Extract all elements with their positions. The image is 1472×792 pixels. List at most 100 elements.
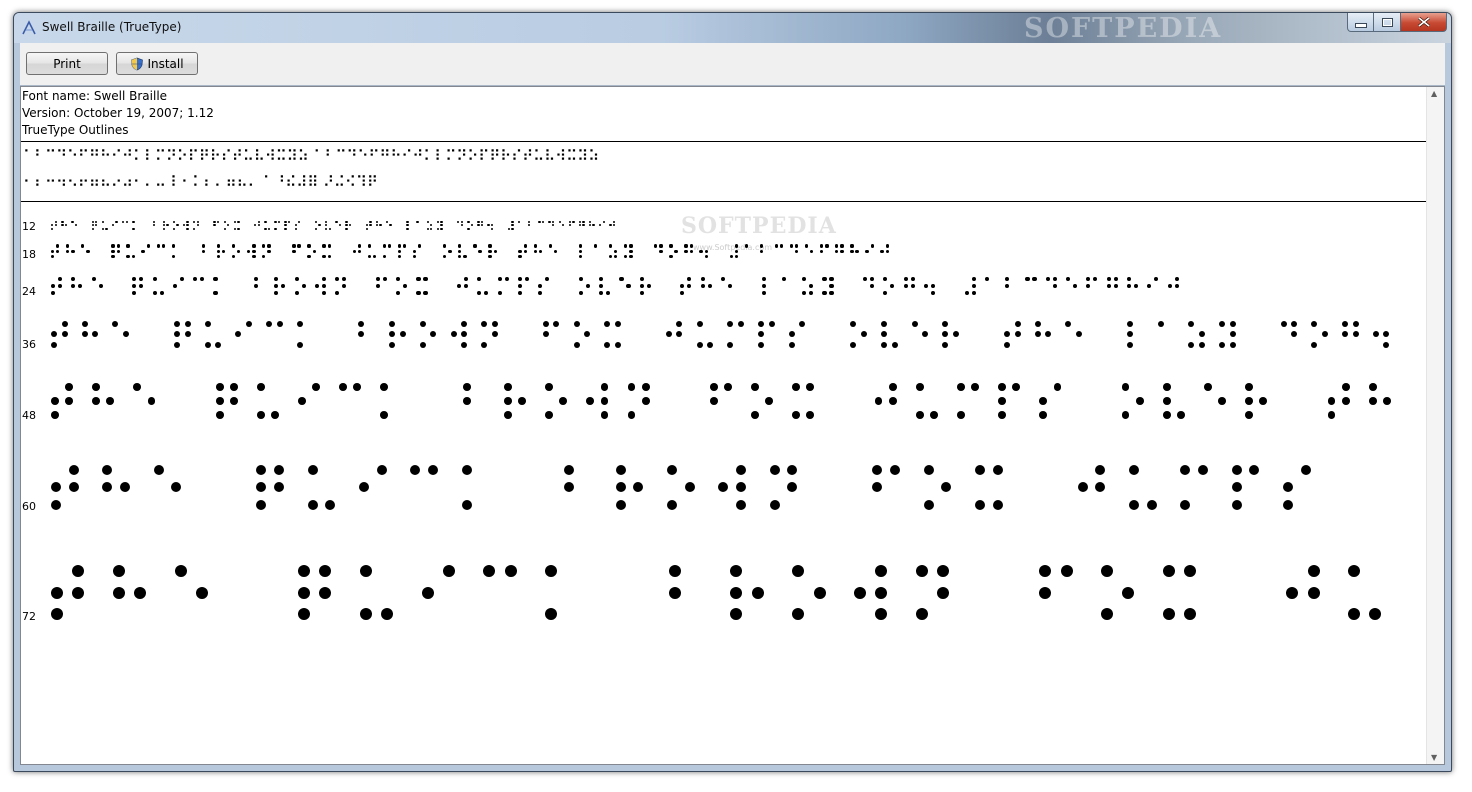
braille-dot xyxy=(61,224,64,227)
braille-dot xyxy=(237,227,240,230)
braille-dot xyxy=(440,220,443,223)
braille-dot xyxy=(606,290,611,295)
braille-dot xyxy=(132,220,135,223)
braille-dot xyxy=(274,464,285,475)
braille-dot xyxy=(825,244,829,248)
braille-dot xyxy=(403,283,408,288)
braille-dot xyxy=(503,411,512,419)
braille-dot xyxy=(51,290,56,295)
braille-dot xyxy=(51,283,56,288)
title-bar[interactable]: Swell Braille (TrueType) SOFTPEDIA xyxy=(14,13,1451,44)
braille-dot xyxy=(196,224,199,227)
braille-dot xyxy=(294,276,299,281)
font-info: Font name: Swell Braille Version: Octobe… xyxy=(22,88,214,139)
braille-dot xyxy=(1073,283,1078,288)
braille-dot xyxy=(428,464,438,475)
braille-dot xyxy=(204,320,211,327)
braille-dot xyxy=(806,382,815,391)
braille-dot xyxy=(314,220,318,223)
braille-dot xyxy=(707,283,712,288)
braille-dot xyxy=(599,283,604,288)
braille-dot xyxy=(298,608,311,620)
braille-dot xyxy=(353,382,362,391)
braille-dot xyxy=(201,249,206,253)
braille-dot xyxy=(1348,608,1361,620)
braille-dot xyxy=(974,464,985,475)
braille-dot xyxy=(854,586,866,599)
braille-dot xyxy=(403,244,407,248)
braille-dot xyxy=(412,254,417,258)
braille-dot xyxy=(915,608,928,620)
braille-dot xyxy=(511,224,514,227)
install-button[interactable]: Install xyxy=(116,52,198,75)
braille-dot xyxy=(443,244,447,248)
braille-dot xyxy=(759,249,764,253)
braille-dot xyxy=(382,244,387,248)
braille-dot xyxy=(481,320,488,327)
close-button[interactable] xyxy=(1401,13,1447,32)
braille-dot xyxy=(252,249,256,253)
braille-dot xyxy=(865,249,869,253)
braille-dot xyxy=(410,464,421,475)
braille-dot xyxy=(1311,320,1318,327)
braille-dot xyxy=(578,244,583,248)
braille-dot xyxy=(538,249,543,253)
braille-dot xyxy=(319,565,332,578)
size-label-24: 24 xyxy=(22,285,36,298)
braille-dot xyxy=(1014,331,1021,338)
braille-dot xyxy=(1198,331,1205,338)
braille-dot xyxy=(888,382,897,391)
braille-dot xyxy=(730,586,743,599)
braille-dot xyxy=(406,220,409,223)
braille-dot xyxy=(735,482,746,493)
braille-dot xyxy=(277,220,281,223)
braille-dot xyxy=(599,290,604,295)
scroll-up-icon[interactable]: ▲ xyxy=(1431,89,1437,98)
braille-dot xyxy=(1157,320,1164,327)
braille-dot xyxy=(709,382,718,391)
braille-dot xyxy=(1162,382,1171,391)
charset-lowercase-row: ⠁⠃⠉⠙⠑⠋⠛⠓⠊⠚⠅⠇⠍⠝⠕⠏⠟⠗⠎⠞⠥⠧⠺⠭⠽⠵ ⠁⠃⠉⠙⠑⠋⠛⠓⠊⠚⠅⠇⠍… xyxy=(23,147,600,165)
braille-dot xyxy=(267,227,271,230)
braille-dot xyxy=(971,276,976,281)
braille-dot xyxy=(406,224,409,227)
braille-dot xyxy=(491,320,498,327)
braille-dot xyxy=(669,244,673,248)
braille-dot xyxy=(787,464,798,475)
braille-dot xyxy=(915,411,924,419)
print-button[interactable]: Print xyxy=(26,52,108,75)
braille-dot xyxy=(58,283,63,288)
scroll-down-icon[interactable]: ▼ xyxy=(1431,753,1437,762)
braille-dot xyxy=(1300,464,1311,475)
minimize-button[interactable] xyxy=(1347,13,1374,32)
braille-dot xyxy=(64,224,68,227)
braille-dot xyxy=(71,249,75,253)
braille-dot xyxy=(600,382,609,391)
braille-dot xyxy=(718,482,729,493)
braille-dot xyxy=(122,220,125,223)
braille-dot xyxy=(572,220,575,223)
toolbar: Print Install xyxy=(20,43,1445,86)
vertical-scrollbar[interactable]: ▲ ▼ xyxy=(1426,87,1444,764)
braille-dot xyxy=(325,227,328,230)
braille-dot xyxy=(51,331,57,338)
size-label-12: 12 xyxy=(22,220,36,233)
braille-dot xyxy=(399,331,406,338)
braille-dot xyxy=(751,411,759,419)
braille-dot xyxy=(1311,342,1318,348)
font-preview-pane[interactable]: Font name: Swell Braille Version: Octobe… xyxy=(20,86,1445,765)
braille-dot xyxy=(875,565,888,578)
braille-dot xyxy=(264,227,267,230)
braille-dot xyxy=(345,220,348,223)
braille-dot xyxy=(855,249,859,253)
braille-dot xyxy=(727,342,734,348)
braille-dot xyxy=(971,382,979,391)
braille-dot xyxy=(646,283,651,288)
braille-dot xyxy=(274,220,277,223)
braille-dot xyxy=(641,397,650,405)
braille-dot xyxy=(1065,320,1072,327)
braille-dot xyxy=(327,244,331,248)
maximize-button[interactable] xyxy=(1374,13,1401,32)
braille-dot xyxy=(56,249,60,253)
braille-dot xyxy=(375,276,380,281)
